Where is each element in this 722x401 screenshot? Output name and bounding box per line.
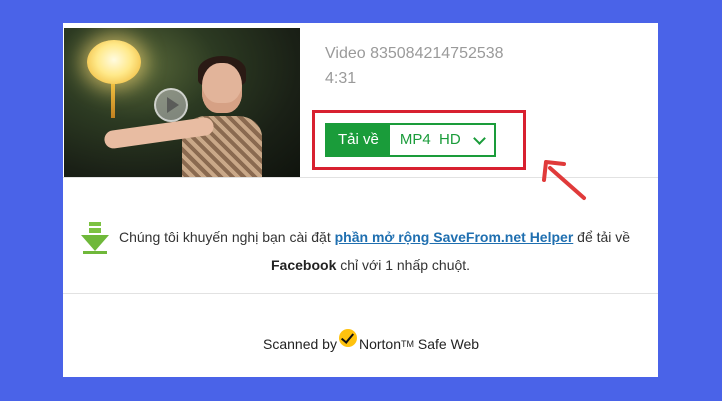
helper-extension-link[interactable]: phần mở rộng SaveFrom.net Helper <box>335 229 574 245</box>
norton-check-icon <box>338 329 357 347</box>
download-button[interactable]: Tải về <box>327 125 390 155</box>
safe-web-text: Safe Web <box>413 336 480 352</box>
person-head <box>202 63 242 113</box>
recommendation-line-2: Facebook chỉ với 1 nhấp chuột. <box>271 257 470 273</box>
norton-scan-badge[interactable]: Scanned by Norton TM Safe Web <box>263 329 480 353</box>
recommendation-suffix: để tải về <box>573 229 631 245</box>
brand-facebook: Facebook <box>271 257 337 273</box>
recommendation-prefix: Chúng tôi khuyến nghị bạn cài đặt <box>119 229 335 245</box>
play-icon[interactable] <box>154 88 188 122</box>
red-pointer-arrow-icon <box>542 160 586 200</box>
trademark: TM <box>400 339 414 349</box>
video-thumbnail[interactable] <box>64 28 300 178</box>
download-arrow-icon <box>81 222 109 254</box>
recommendation-line: Chúng tôi khuyến nghị bạn cài đặt phần m… <box>119 229 630 245</box>
norton-text: Norton <box>358 336 401 352</box>
lantern-decoration <box>87 40 141 84</box>
chevron-down-icon <box>472 131 486 145</box>
lantern-tassel <box>111 84 115 118</box>
video-title: Video 835084214752538 <box>325 45 504 62</box>
format-select[interactable]: MP4 HD <box>389 125 494 155</box>
format-value: MP4 HD <box>399 131 461 148</box>
recommendation-tail: chỉ với 1 nhấp chuột. <box>336 257 471 273</box>
scanned-by-text: Scanned by <box>263 336 337 352</box>
divider <box>63 293 658 294</box>
video-duration: 4:31 <box>325 70 357 87</box>
download-button-group: Tải về MP4 HD <box>325 123 496 157</box>
